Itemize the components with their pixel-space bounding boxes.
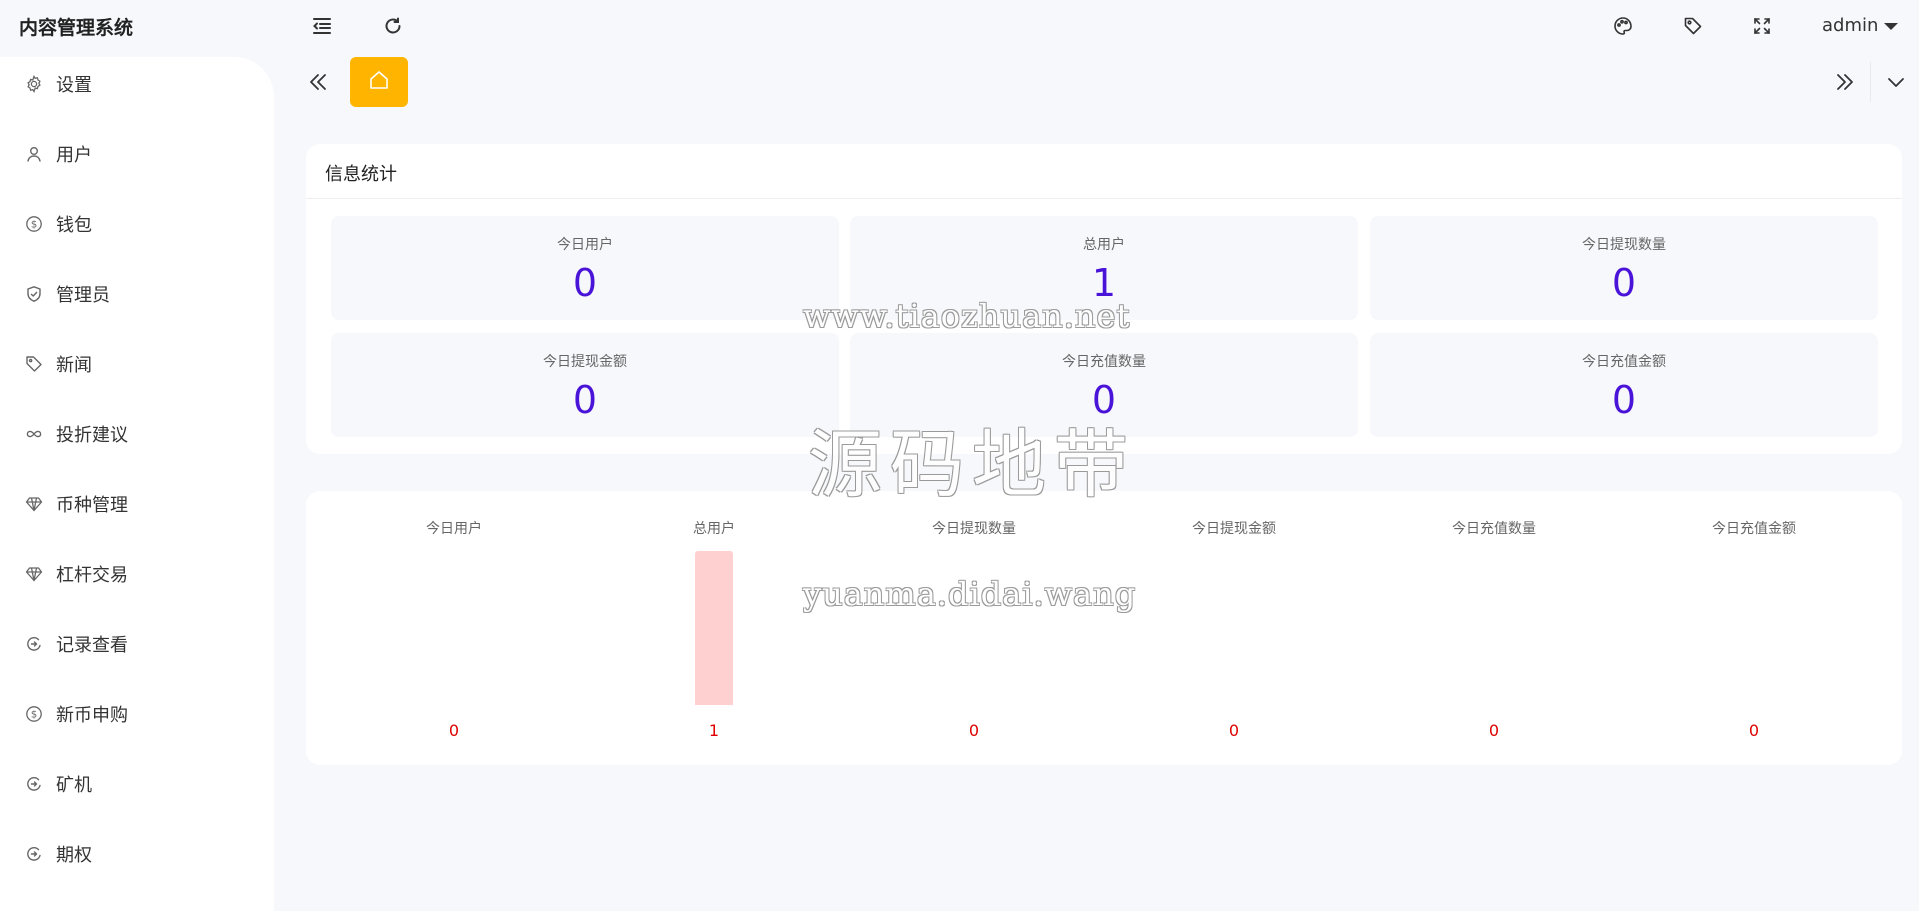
stat-value: 0 bbox=[572, 378, 598, 422]
sidebar-item-label: 管理员 bbox=[56, 285, 110, 306]
sidebar-item-label: 投折建议 bbox=[56, 425, 128, 446]
chart-category-label: 今日提现数量 bbox=[932, 521, 1016, 537]
stat-label: 今日用户 bbox=[557, 237, 613, 253]
tab-menu-dropdown-icon[interactable] bbox=[1878, 64, 1914, 100]
chart-category-label: 今日提现金额 bbox=[1192, 521, 1276, 537]
chart-bar[interactable] bbox=[695, 551, 733, 705]
chart-value-label: 0 bbox=[1228, 721, 1240, 740]
stat-today-withdraw-amount: 今日提现金额 0 bbox=[331, 333, 839, 437]
sidebar-item-label: 设置 bbox=[56, 75, 92, 96]
sidebar-item-label: 钱包 bbox=[56, 215, 92, 236]
sidebar-item-records[interactable]: 记录查看 bbox=[0, 618, 274, 670]
info-stats-card: 信息统计 今日用户 0 总用户 1 今日提现数量 0 今日提现金额 0 今日充值… bbox=[306, 144, 1902, 454]
sidebar-item-label: 矿机 bbox=[56, 775, 92, 796]
card-divider bbox=[306, 198, 1902, 199]
sidebar-item-options[interactable]: 期权 bbox=[0, 828, 274, 880]
stat-value: 1 bbox=[1091, 261, 1117, 305]
shield-check-icon bbox=[24, 284, 44, 304]
circle-arrow-icon bbox=[24, 774, 44, 794]
stat-label: 总用户 bbox=[1083, 237, 1125, 253]
sidebar-item-settings[interactable]: 设置 bbox=[0, 58, 274, 110]
sidebar-item-label: 记录查看 bbox=[56, 635, 128, 656]
tag-icon bbox=[24, 354, 44, 374]
stat-total-users: 总用户 1 bbox=[850, 216, 1358, 320]
refresh-icon[interactable] bbox=[379, 12, 407, 40]
chart-category-label: 总用户 bbox=[693, 521, 735, 537]
sidebar: 设置 用户 $ 钱包 管理员 新闻 投折建议 币种管理 杠杆交易 记录查看 $ … bbox=[0, 57, 274, 911]
stat-today-recharge-amount: 今日充值金额 0 bbox=[1370, 333, 1878, 437]
app-title: 内容管理系统 bbox=[19, 17, 134, 39]
infinity-icon bbox=[24, 424, 44, 444]
chart-value-label: 0 bbox=[968, 721, 980, 740]
sidebar-item-label: 期权 bbox=[56, 845, 92, 866]
username: admin bbox=[1822, 14, 1879, 36]
sidebar-item-label: 用户 bbox=[56, 145, 92, 166]
stat-value: 0 bbox=[1611, 261, 1637, 305]
sidebar-item-label: 新闻 bbox=[56, 355, 92, 376]
sidebar-item-currency[interactable]: 币种管理 bbox=[0, 478, 274, 530]
stat-value: 0 bbox=[1091, 378, 1117, 422]
stat-value: 0 bbox=[572, 261, 598, 305]
chart-value-label: 0 bbox=[1748, 721, 1760, 740]
stat-value: 0 bbox=[1611, 378, 1637, 422]
chart-value-label: 0 bbox=[1488, 721, 1500, 740]
stat-today-users: 今日用户 0 bbox=[331, 216, 839, 320]
card-title: 信息统计 bbox=[325, 164, 397, 185]
sidebar-item-leverage[interactable]: 杠杆交易 bbox=[0, 548, 274, 600]
chart-category-label: 今日充值金额 bbox=[1712, 521, 1796, 537]
dollar-circle-icon: $ bbox=[24, 704, 44, 724]
diamond-icon bbox=[24, 564, 44, 584]
stat-today-recharge-count: 今日充值数量 0 bbox=[850, 333, 1358, 437]
gear-icon bbox=[24, 74, 44, 94]
stat-label: 今日提现数量 bbox=[1582, 237, 1666, 253]
user-menu[interactable]: admin bbox=[1822, 13, 1899, 37]
tab-home[interactable] bbox=[350, 57, 408, 107]
svg-text:$: $ bbox=[31, 710, 37, 721]
sidebar-item-miner[interactable]: 矿机 bbox=[0, 758, 274, 810]
home-icon bbox=[368, 69, 390, 95]
tag-icon[interactable] bbox=[1679, 12, 1707, 40]
sidebar-item-ico-subscription[interactable]: $ 新币申购 bbox=[0, 688, 274, 740]
chart-category-label: 今日用户 bbox=[426, 521, 482, 537]
top-header: 内容管理系统 admin bbox=[0, 0, 1919, 52]
palette-icon[interactable] bbox=[1609, 12, 1637, 40]
sidebar-item-label: 新币申购 bbox=[56, 705, 128, 726]
chart-value-label: 1 bbox=[708, 721, 720, 740]
collapse-menu-icon[interactable] bbox=[308, 12, 336, 40]
chart-category-label: 今日充值数量 bbox=[1452, 521, 1536, 537]
circle-arrow-icon bbox=[24, 634, 44, 654]
svg-text:$: $ bbox=[31, 220, 37, 231]
user-icon bbox=[24, 144, 44, 164]
sidebar-item-wallet[interactable]: $ 钱包 bbox=[0, 198, 274, 250]
stat-label: 今日充值数量 bbox=[1062, 354, 1146, 370]
dollar-circle-icon: $ bbox=[24, 214, 44, 234]
tab-bar-divider bbox=[1870, 62, 1871, 102]
chart-value-label: 0 bbox=[448, 721, 460, 740]
scroll-tabs-left-icon[interactable] bbox=[300, 64, 336, 100]
stat-label: 今日充值金额 bbox=[1582, 354, 1666, 370]
sidebar-item-label: 币种管理 bbox=[56, 495, 128, 516]
scroll-tabs-right-icon[interactable] bbox=[1827, 64, 1863, 100]
diamond-icon bbox=[24, 494, 44, 514]
caret-down-icon bbox=[1884, 22, 1899, 30]
circle-arrow-icon bbox=[24, 844, 44, 864]
stat-today-withdraw-count: 今日提现数量 0 bbox=[1370, 216, 1878, 320]
sidebar-item-admin[interactable]: 管理员 bbox=[0, 268, 274, 320]
fullscreen-icon[interactable] bbox=[1748, 12, 1776, 40]
bar-chart-card: 今日用户 0 总用户 1 今日提现数量 0 今日提现金额 0 今日充值数量 0 今日充值金额 0 bbox=[306, 491, 1902, 765]
sidebar-item-feedback[interactable]: 投折建议 bbox=[0, 408, 274, 460]
sidebar-item-users[interactable]: 用户 bbox=[0, 128, 274, 180]
sidebar-item-label: 杠杆交易 bbox=[56, 565, 128, 586]
stat-label: 今日提现金额 bbox=[543, 354, 627, 370]
sidebar-item-news[interactable]: 新闻 bbox=[0, 338, 274, 390]
